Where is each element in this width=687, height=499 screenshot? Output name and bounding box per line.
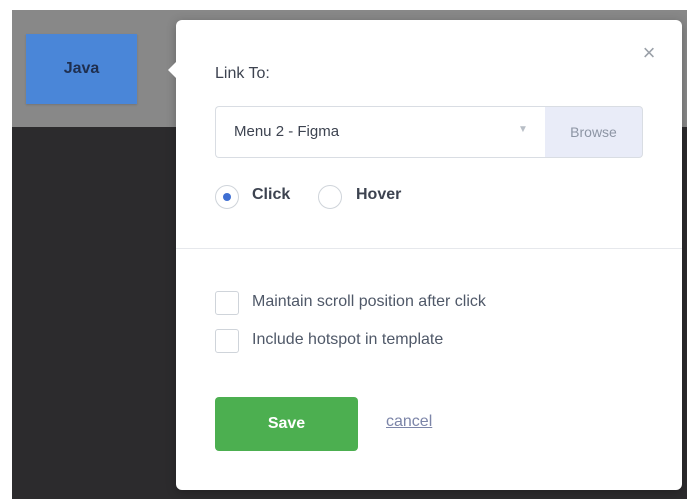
- radio-click[interactable]: [215, 185, 239, 209]
- chevron-down-icon: ▼: [518, 124, 528, 135]
- save-button[interactable]: Save: [215, 397, 358, 451]
- link-popover: × Link To: Menu 2 - Figma ▼ Browse Click…: [168, 20, 682, 490]
- browse-button[interactable]: Browse: [545, 106, 643, 158]
- link-target-select[interactable]: Menu 2 - Figma ▼: [215, 106, 545, 158]
- include-hotspot-checkbox[interactable]: [215, 329, 239, 353]
- maintain-scroll-label[interactable]: Maintain scroll position after click: [252, 293, 486, 311]
- divider: [176, 248, 682, 249]
- link-to-label: Link To:: [215, 65, 270, 82]
- hotspot-java[interactable]: Java: [26, 34, 137, 104]
- select-value: Menu 2 - Figma: [234, 123, 340, 140]
- maintain-scroll-checkbox[interactable]: [215, 291, 239, 315]
- close-icon[interactable]: ×: [638, 42, 660, 64]
- radio-hover[interactable]: [318, 185, 342, 209]
- popover-arrow: [168, 62, 176, 78]
- radio-click-label[interactable]: Click: [252, 186, 290, 204]
- radio-hover-label[interactable]: Hover: [356, 186, 401, 204]
- hotspot-label: Java: [63, 60, 100, 77]
- include-hotspot-label[interactable]: Include hotspot in template: [252, 331, 443, 349]
- cancel-link[interactable]: cancel: [386, 413, 432, 431]
